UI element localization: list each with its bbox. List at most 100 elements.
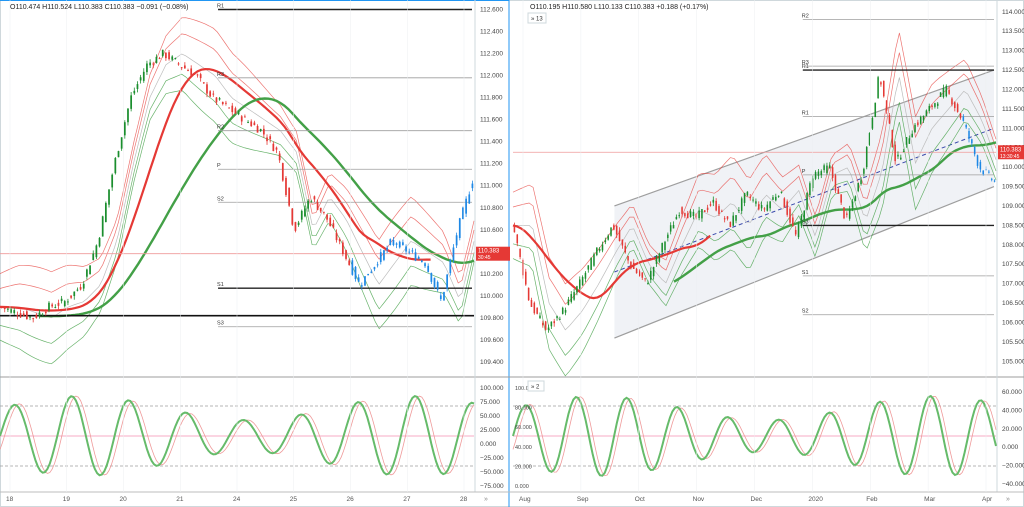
left-candle-body xyxy=(149,62,151,66)
left-candle-body xyxy=(98,237,101,247)
right-candle-body xyxy=(539,315,541,319)
right-candle-body xyxy=(650,270,652,280)
right-candle-body xyxy=(550,321,553,327)
right-price-tag-time: 13:30:45 xyxy=(1000,154,1020,160)
right-scroll-button: » xyxy=(1006,496,1010,503)
left-price-tick: 109.600 xyxy=(480,337,504,344)
left-candle-body xyxy=(332,223,335,228)
right-osc-tick: −40.000 xyxy=(1002,481,1024,488)
left-candle-body xyxy=(63,301,66,307)
right-candle-body xyxy=(900,157,902,160)
left-candle-body xyxy=(218,98,221,100)
right-candle-body xyxy=(735,215,737,221)
right-candle-body xyxy=(664,241,666,251)
left-pivot-label: R2 xyxy=(217,125,224,131)
left-candle-body xyxy=(165,52,167,59)
right-time-tick: 2020 xyxy=(808,496,823,503)
left-candle-body xyxy=(307,200,309,209)
right-candle-body xyxy=(593,254,595,266)
right-candle-body xyxy=(678,215,680,217)
right-candle-body xyxy=(615,225,618,235)
left-candle-body xyxy=(244,116,246,118)
left-candle-body xyxy=(22,313,25,316)
right-candle-body xyxy=(959,113,962,118)
left-candle-body xyxy=(262,128,265,135)
left-candle-body xyxy=(310,201,313,203)
left-candle-body xyxy=(452,247,455,261)
chart-canvas[interactable]: 112.600 112.400 112.200 112.000 111.800 111.6… xyxy=(0,0,1024,507)
right-osc-tick: 20.000 xyxy=(1002,426,1022,433)
right-candle-body xyxy=(789,208,791,223)
left-candle-body xyxy=(38,312,41,317)
left-price-tick: 110.800 xyxy=(480,205,503,212)
right-candle-body xyxy=(681,207,683,214)
left-time-tick: 20 xyxy=(120,496,128,503)
left-candle-body xyxy=(206,84,208,94)
left-candle-body xyxy=(168,52,170,60)
right-price-tick: 112.500 xyxy=(1002,67,1024,74)
right-candle-body xyxy=(618,230,621,242)
left-candle-body xyxy=(392,239,395,246)
left-candle-body xyxy=(405,246,407,252)
left-candle-body xyxy=(32,318,35,320)
left-osc-tick: −25.000 xyxy=(480,455,504,462)
right-price-tick: 113.500 xyxy=(1002,28,1024,35)
left-pivot-label: S2 xyxy=(217,196,224,202)
left-time-tick: 25 xyxy=(290,496,298,503)
right-price-tick: 113.000 xyxy=(1002,48,1024,55)
right-candle-body xyxy=(635,268,638,274)
right-candle-body xyxy=(848,209,851,219)
right-candle-body xyxy=(840,194,842,203)
left-time-tick: 18 xyxy=(6,496,14,503)
right-candle-body xyxy=(863,168,865,174)
right-candle-body xyxy=(891,129,894,148)
right-candle-body xyxy=(701,209,703,219)
right-candle-body xyxy=(809,183,811,196)
left-candle-body xyxy=(146,63,148,73)
left-price-tick: 112.600 xyxy=(480,7,503,14)
left-price-tick: 112.400 xyxy=(480,29,503,36)
right-candle-body xyxy=(715,200,717,211)
right-candle-body xyxy=(914,124,916,133)
right-candle-body xyxy=(746,191,749,196)
right-candle-body xyxy=(740,198,743,211)
left-candle-body xyxy=(180,67,183,69)
right-candle-body xyxy=(865,147,868,168)
right-candle-body xyxy=(971,139,973,144)
left-price-tick: 109.400 xyxy=(480,359,504,366)
right-candle-body xyxy=(846,213,848,215)
left-candle-body xyxy=(326,214,328,220)
right-candle-body xyxy=(902,151,905,153)
left-candle-body xyxy=(398,241,401,248)
left-price-tick: 110.200 xyxy=(480,271,503,278)
left-price-tick: 111.800 xyxy=(480,95,503,102)
left-candle-body xyxy=(335,232,338,241)
left-candle-body xyxy=(446,274,449,289)
right-candle-body xyxy=(692,211,695,216)
right-candle-body xyxy=(925,110,928,117)
left-pivot-label: P xyxy=(217,163,221,169)
right-candle-body xyxy=(939,92,942,97)
left-candle-body xyxy=(465,198,467,214)
right-candle-body xyxy=(672,224,675,229)
right-candle-body xyxy=(760,204,763,209)
right-candle-body xyxy=(990,178,993,180)
right-osc-tick-left: 0.000 xyxy=(515,484,529,490)
right-candle-body xyxy=(536,307,538,314)
right-candle-body xyxy=(803,210,806,221)
left-candle-body xyxy=(19,313,22,318)
right-candle-body xyxy=(988,171,990,173)
right-candle-body xyxy=(624,245,627,253)
right-candle-body xyxy=(783,198,786,208)
left-osc-tick: 25.000 xyxy=(480,427,500,434)
left-candle-body xyxy=(237,111,240,115)
right-price-tick: 111.500 xyxy=(1002,106,1024,113)
left-candle-body xyxy=(161,49,164,57)
right-candle-body xyxy=(584,272,587,279)
right-candle-body xyxy=(516,234,519,244)
left-scroll-button: » xyxy=(484,496,488,503)
right-candle-body xyxy=(882,80,885,97)
right-candle-body xyxy=(880,82,882,85)
right-candle-body xyxy=(962,116,965,121)
left-candle-body xyxy=(82,283,85,289)
